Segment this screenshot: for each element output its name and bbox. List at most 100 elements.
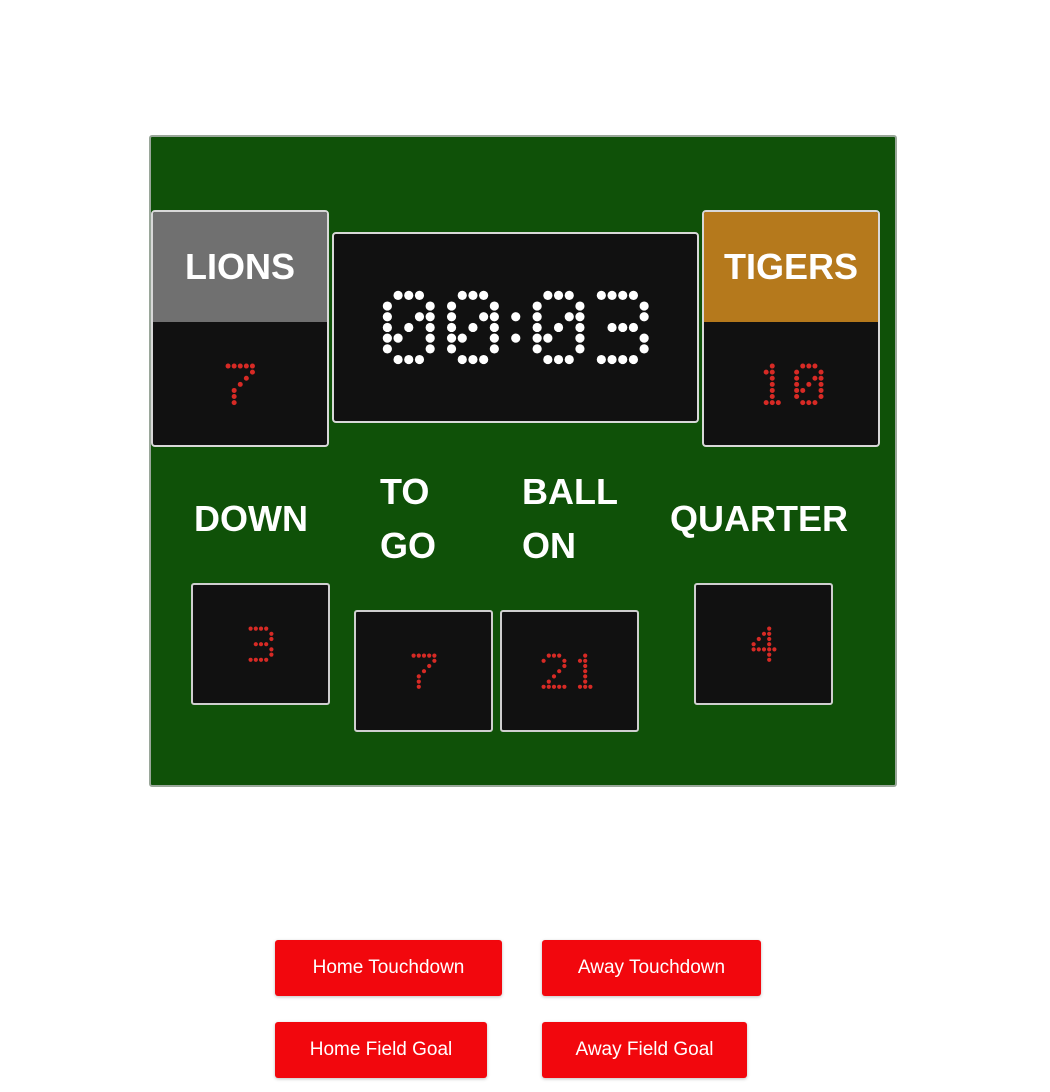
led-dot: [268, 636, 273, 641]
led-dot: [639, 301, 649, 311]
to-go-value: [411, 653, 436, 689]
led-dot: [468, 290, 478, 300]
led-dot: [770, 382, 776, 387]
led-dot: [564, 290, 574, 300]
led-dot: [237, 363, 243, 369]
led-dot: [546, 684, 551, 689]
led-dot: [770, 394, 776, 400]
led-dot: [253, 641, 258, 647]
away-field-goal-button[interactable]: Away Field Goal: [542, 1022, 747, 1078]
led-dot: [639, 312, 649, 322]
led-dot: [489, 322, 499, 333]
led-dot: [582, 684, 588, 689]
led-dot: [403, 322, 414, 333]
led-dot: [766, 631, 771, 636]
led-dot: [249, 363, 255, 369]
led-dot: [766, 641, 771, 647]
led-dot: [770, 363, 776, 369]
led-dot: [764, 369, 770, 375]
led-dot: [510, 312, 521, 322]
led-dot: [532, 301, 542, 311]
led-dot: [542, 354, 553, 365]
led-dot: [756, 647, 761, 652]
led-dot: [761, 647, 766, 652]
led-dot: [489, 333, 499, 343]
led-dot: [414, 354, 424, 365]
away-team-score-display: [704, 322, 878, 445]
away-touchdown-button[interactable]: Away Touchdown: [542, 940, 761, 996]
led-dot: [248, 626, 253, 631]
led-dot: [446, 312, 456, 322]
led-dot: [416, 653, 421, 658]
led-dot: [416, 679, 421, 684]
led-dot: [617, 354, 628, 365]
led-dot: [258, 641, 263, 647]
led-dot: [577, 658, 582, 663]
led-dot: [468, 354, 478, 365]
led-dot: [639, 333, 649, 343]
led-dot: [800, 363, 806, 369]
led-dot: [818, 369, 824, 375]
led-dot: [382, 344, 392, 354]
led-dot: [231, 394, 237, 400]
led-dot: [553, 354, 563, 365]
led-dot: [243, 375, 249, 381]
home-touchdown-button[interactable]: Home Touchdown: [275, 940, 502, 996]
led-dot: [403, 290, 414, 300]
quarter-label: QUARTER: [670, 498, 848, 539]
led-dot: [596, 290, 606, 300]
led-dot: [596, 354, 606, 365]
led-dot: [263, 626, 268, 631]
led-dot: [557, 668, 562, 674]
led-dot: [446, 333, 456, 343]
ball-on-value: [541, 653, 593, 689]
down-display: [191, 583, 330, 705]
led-dot: [770, 375, 776, 381]
down-label: DOWN: [194, 498, 308, 539]
led-dot: [818, 382, 824, 387]
led-dot: [532, 333, 542, 343]
quarter-display: [694, 583, 833, 705]
led-dot: [431, 658, 436, 663]
led-dot: [812, 363, 818, 369]
led-dot: [751, 641, 756, 647]
down-value: [248, 626, 273, 662]
to-go-display: [354, 610, 493, 732]
led-dot: [382, 333, 392, 343]
led-dot: [425, 333, 435, 343]
led-dot: [575, 344, 585, 354]
led-dot: [457, 290, 467, 300]
led-dot: [771, 647, 776, 652]
led-dot: [489, 301, 499, 311]
led-dot: [403, 354, 414, 365]
led-dot: [541, 658, 546, 663]
led-dot: [800, 388, 806, 394]
led-dot: [766, 652, 771, 657]
led-dot: [258, 626, 263, 631]
led-dot: [489, 344, 499, 354]
led-dot: [243, 363, 249, 369]
led-dot: [766, 657, 771, 662]
led-dot: [607, 290, 617, 300]
away-team-score: [764, 363, 824, 406]
home-field-goal-button[interactable]: Home Field Goal: [275, 1022, 487, 1078]
led-dot: [776, 400, 782, 406]
led-dot: [794, 369, 800, 375]
led-dot: [489, 312, 499, 322]
led-dot: [382, 301, 392, 311]
led-dot: [751, 647, 756, 652]
led-dot: [575, 301, 585, 311]
ball-on-display: [500, 610, 639, 732]
led-dot: [249, 369, 255, 375]
led-dot: [818, 388, 824, 394]
led-dot: [541, 684, 546, 689]
led-dot: [756, 636, 761, 641]
led-dot: [806, 363, 812, 369]
led-dot: [268, 647, 273, 652]
led-dot: [628, 290, 638, 300]
led-dot: [551, 674, 557, 679]
led-dot: [818, 375, 824, 381]
led-dot: [532, 312, 542, 322]
led-dot: [421, 668, 426, 674]
game-clock: [382, 290, 649, 365]
